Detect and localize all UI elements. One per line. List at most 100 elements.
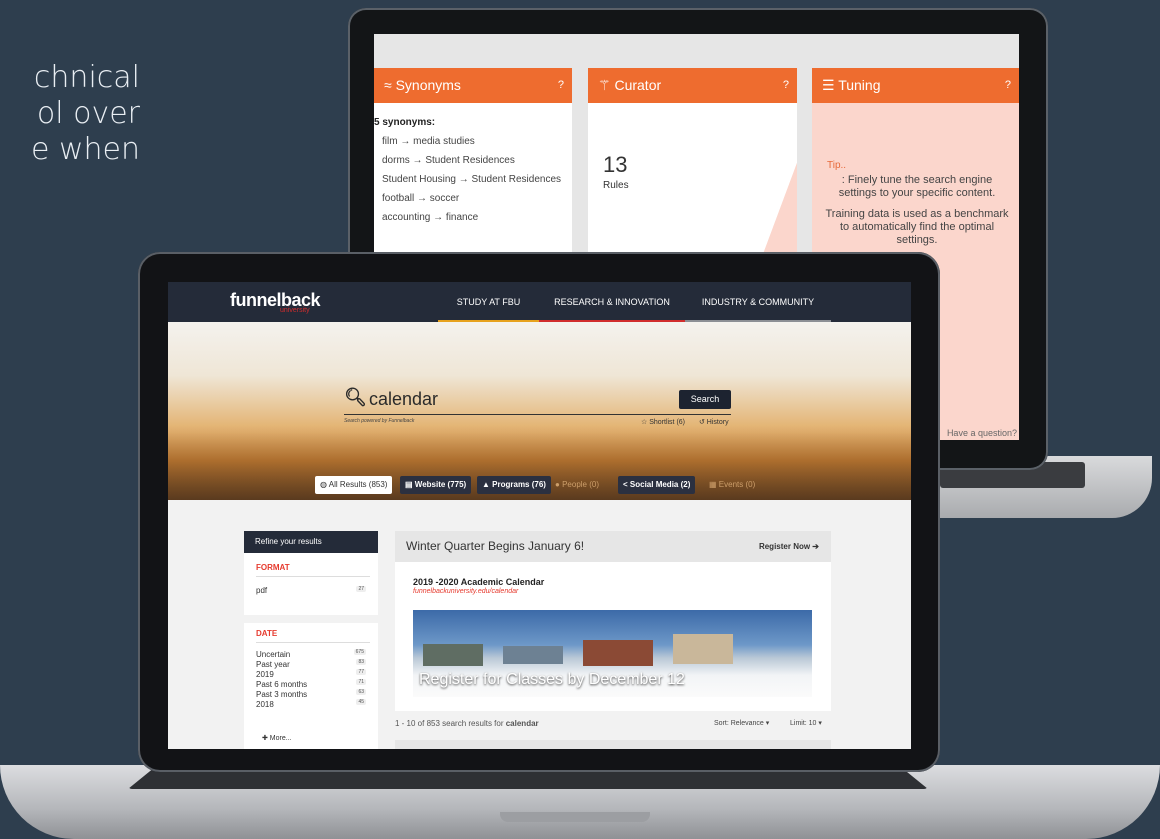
- marketing-text: chnical ol over e when: [0, 60, 140, 168]
- tab-label: All Results (853): [328, 480, 388, 489]
- facet-divider: [256, 576, 370, 577]
- globe-icon: ◍: [320, 480, 327, 489]
- tab-all-results[interactable]: ◍ All Results (853): [315, 476, 393, 494]
- tab-events[interactable]: ▦ Events (0): [704, 476, 760, 494]
- facet-count: 45: [356, 699, 366, 705]
- facet-item[interactable]: Uncertain: [256, 650, 290, 659]
- site-logo-sub: university: [280, 307, 310, 314]
- front-laptop-screen: funnelback university STUDY AT FBU RESEA…: [168, 282, 911, 749]
- facet-divider: [256, 642, 370, 643]
- facet-item[interactable]: Past 6 months: [256, 680, 307, 689]
- document-icon: ▤: [405, 480, 413, 489]
- tab-label: Programs (76): [492, 480, 546, 489]
- limit-dropdown[interactable]: Limit: 10 ▾: [790, 719, 822, 727]
- nav-research[interactable]: RESEARCH & INNOVATION: [539, 282, 685, 322]
- synonym-rule[interactable]: dorms → Student Residences: [374, 151, 572, 170]
- banner-text: Register for Classes by December 12: [419, 671, 685, 688]
- banner-building: [503, 646, 563, 664]
- search-input[interactable]: calendar: [369, 389, 438, 410]
- marketing-line: chnical: [33, 60, 140, 95]
- featured-heading: Winter Quarter Begins January 6!: [406, 539, 585, 553]
- search-icon: 🔍︎: [344, 387, 367, 407]
- synonym-rule[interactable]: accounting → finance: [374, 208, 572, 227]
- results-prefix: 1 - 10 of 853 search results for: [395, 719, 506, 728]
- synonyms-count: 5 synonyms:: [374, 117, 436, 128]
- banner-building: [583, 640, 653, 666]
- synonym-rule[interactable]: film → media studies: [374, 132, 572, 151]
- marketing-line: e when: [30, 132, 140, 167]
- facet-count: 83: [356, 659, 366, 665]
- facet-count: 675: [353, 649, 366, 655]
- facet-count: 63: [356, 689, 366, 695]
- help-icon[interactable]: ?: [558, 68, 564, 103]
- nav-label: STUDY AT FBU: [456, 297, 521, 307]
- people-icon: ●: [555, 480, 560, 489]
- facet-item[interactable]: 2018: [256, 700, 274, 709]
- featured-title[interactable]: 2019 -2020 Academic Calendar: [413, 577, 544, 587]
- tuning-text: Training data is used as a benchmark to …: [825, 208, 1009, 246]
- facet-count: 77: [356, 669, 366, 675]
- facet-date-title: DATE: [256, 629, 278, 638]
- facet-separator: [244, 615, 378, 623]
- shortlist-link[interactable]: ☆ Shortlist (6): [641, 418, 685, 426]
- search-underline: [344, 414, 731, 415]
- featured-url[interactable]: funnelbackuniversity.edu/calendar: [413, 588, 518, 595]
- share-icon: <: [623, 480, 628, 489]
- question-link[interactable]: Have a question?: [947, 428, 1017, 438]
- synonyms-header: ≈ Synonyms ?: [374, 68, 572, 103]
- sort-dropdown[interactable]: Sort: Relevance ▾: [714, 719, 769, 727]
- refine-panel: Refine your results FORMAT pdf 27 DATE U…: [244, 531, 378, 749]
- next-result-header: [395, 740, 831, 749]
- help-icon[interactable]: ?: [783, 68, 789, 103]
- curator-title: Curator: [614, 77, 662, 93]
- approx-icon: ≈: [384, 77, 392, 93]
- search-button[interactable]: Search: [679, 390, 731, 409]
- sliders-icon: ☰: [822, 77, 835, 93]
- facet-count: 71: [356, 679, 366, 685]
- facet-item[interactable]: Past 3 months: [256, 690, 307, 699]
- tab-social-media[interactable]: < Social Media (2): [618, 476, 696, 494]
- tuning-title: Tuning: [838, 77, 881, 93]
- synonyms-list: 5 synonyms: film → media studies dorms →…: [374, 103, 572, 227]
- tab-label: Website (775): [414, 480, 467, 489]
- facet-item[interactable]: 2019: [256, 670, 274, 679]
- tab-website[interactable]: ▤ Website (775): [400, 476, 472, 494]
- tab-label: People (0): [562, 480, 599, 489]
- tab-label: Events (0): [718, 480, 756, 489]
- synonyms-title: Synonyms: [395, 77, 461, 93]
- tuning-text: : Finely tune the search engine settings…: [838, 174, 996, 199]
- help-icon[interactable]: ?: [1005, 68, 1011, 103]
- powered-by: Search powered by Funnelback: [344, 418, 415, 424]
- wand-icon: ⚚: [598, 77, 611, 93]
- tuning-tip-label: Tip..: [827, 160, 847, 171]
- top-nav: funnelback university STUDY AT FBU RESEA…: [168, 282, 911, 322]
- facet-item[interactable]: Past year: [256, 660, 290, 669]
- nav-industry[interactable]: INDUSTRY & COMMUNITY: [685, 282, 831, 322]
- synonym-rule[interactable]: football → soccer: [374, 189, 572, 208]
- refine-title: Refine your results: [244, 531, 378, 553]
- curator-label: Rules: [603, 180, 629, 191]
- synonym-rule[interactable]: Student Housing → Student Residences: [374, 170, 572, 189]
- tab-label: Social Media (2): [629, 480, 691, 489]
- register-now-link[interactable]: Register Now ➔: [759, 531, 819, 562]
- results-query: calendar: [505, 719, 539, 728]
- featured-header: Winter Quarter Begins January 6! Registe…: [395, 531, 831, 562]
- facet-item[interactable]: pdf: [256, 586, 267, 595]
- curator-count: 13: [603, 152, 628, 177]
- nav-study[interactable]: STUDY AT FBU: [438, 282, 539, 322]
- calendar-icon: ▦: [709, 480, 717, 489]
- tuning-header: ☰ Tuning ?: [812, 68, 1019, 103]
- results-summary: 1 - 10 of 853 search results for calenda…: [395, 719, 539, 728]
- curator-header: ⚚ Curator ?: [588, 68, 797, 103]
- nav-label: RESEARCH & INNOVATION: [554, 297, 670, 307]
- tab-programs[interactable]: ▲ Programs (76): [477, 476, 551, 494]
- banner-building: [673, 634, 733, 664]
- tab-people[interactable]: ● People (0): [550, 476, 604, 494]
- featured-banner[interactable]: Register for Classes by December 12: [413, 610, 812, 697]
- facet-format-title: FORMAT: [256, 563, 290, 572]
- facet-more-link[interactable]: ✚ More...: [262, 734, 292, 742]
- marketing-line: ol over: [36, 96, 140, 131]
- featured-result: Winter Quarter Begins January 6! Registe…: [395, 531, 831, 711]
- history-link[interactable]: ↺ History: [699, 418, 729, 426]
- facet-count: 27: [356, 586, 366, 592]
